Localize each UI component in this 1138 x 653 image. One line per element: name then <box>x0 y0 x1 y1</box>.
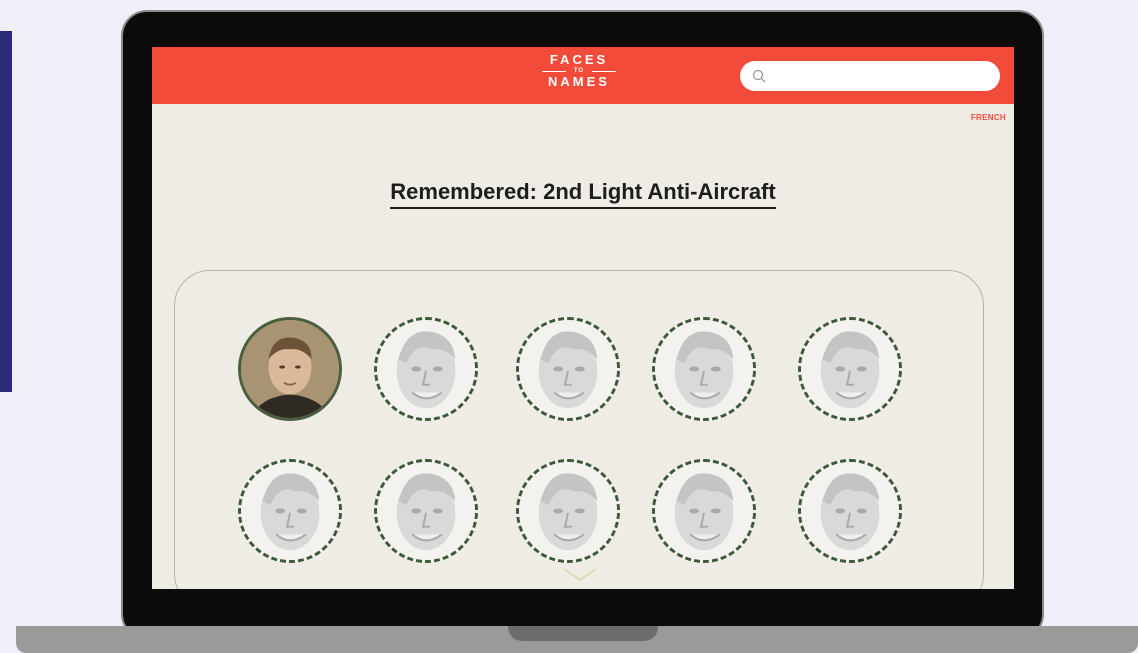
page-title: Remembered: 2nd Light Anti-Aircraft <box>152 179 1014 209</box>
face-silhouette-icon <box>241 462 339 560</box>
placeholder-portrait[interactable] <box>374 317 478 421</box>
placeholder-portrait[interactable] <box>516 459 620 563</box>
face-silhouette-icon <box>801 320 899 418</box>
site-header: FACES TO NAMES <box>152 47 1014 104</box>
soldier-portrait-photo[interactable] <box>238 317 342 421</box>
search-icon <box>752 69 766 83</box>
chevron-down-icon[interactable] <box>560 567 600 583</box>
site-logo[interactable]: FACES TO NAMES <box>539 53 619 97</box>
placeholder-portrait[interactable] <box>374 459 478 563</box>
face-silhouette-icon <box>655 320 753 418</box>
placeholder-portrait[interactable] <box>798 317 902 421</box>
placeholder-portrait[interactable] <box>238 459 342 563</box>
face-silhouette-icon <box>655 462 753 560</box>
face-silhouette-icon <box>519 320 617 418</box>
search-input[interactable] <box>740 61 1000 91</box>
laptop-base-notch <box>508 626 658 641</box>
face-silhouette-icon <box>377 462 475 560</box>
face-silhouette-icon <box>519 462 617 560</box>
placeholder-portrait[interactable] <box>516 317 620 421</box>
portrait-photo-image <box>241 320 339 418</box>
page-title-text: Remembered: 2nd Light Anti-Aircraft <box>390 179 776 209</box>
placeholder-portrait[interactable] <box>652 459 756 563</box>
laptop-screen: FACES TO NAMES FRENCH Remembered: 2nd Li… <box>152 47 1014 589</box>
logo-line-3: NAMES <box>548 74 610 89</box>
side-accent-bar <box>0 31 12 392</box>
logo-line-1: FACES <box>549 52 609 67</box>
placeholder-portrait[interactable] <box>652 317 756 421</box>
logo-line-2: TO <box>539 67 619 75</box>
face-silhouette-icon <box>377 320 475 418</box>
language-toggle-link[interactable]: FRENCH <box>971 113 1006 122</box>
placeholder-portrait[interactable] <box>798 459 902 563</box>
face-silhouette-icon <box>801 462 899 560</box>
